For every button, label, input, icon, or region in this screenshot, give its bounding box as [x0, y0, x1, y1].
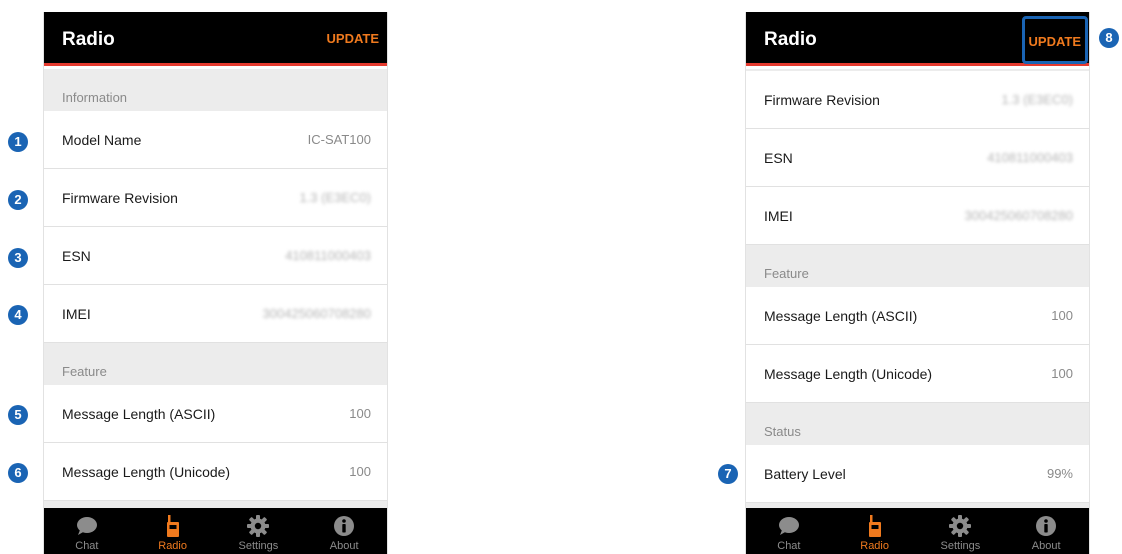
battery-level-value: 99% — [1046, 466, 1073, 481]
row-firmware-revision: Firmware Revision 1.3 (E3EC0) — [746, 71, 1089, 129]
tab-radio[interactable]: Radio — [130, 508, 216, 554]
row-label: ESN — [764, 149, 793, 166]
message-length-ascii-value: 100 — [1051, 308, 1073, 323]
radio-icon — [166, 513, 180, 539]
model-name-value: IC-SAT100 — [307, 132, 371, 147]
section-header-feature: Feature — [746, 245, 1089, 287]
gear-icon — [949, 513, 972, 539]
row-label: Message Length (ASCII) — [764, 307, 918, 324]
tab-about[interactable]: About — [1003, 508, 1089, 554]
row-esn: ESN 410811000403 — [746, 129, 1089, 187]
app-bar: Radio UPDATE — [746, 12, 1089, 66]
row-esn: ESN 410811000403 — [44, 227, 387, 285]
callout-3: 3 — [8, 248, 28, 268]
imei-value: 300425060708280 — [964, 208, 1073, 223]
tab-label: Settings — [238, 540, 279, 552]
row-label: Firmware Revision — [62, 189, 178, 206]
row-label: Firmware Revision — [764, 91, 880, 108]
row-label: ESN — [62, 247, 91, 264]
tab-label: Chat — [777, 540, 801, 552]
section-header-status: Status — [746, 403, 1089, 445]
radio-info-list: Information Model Name IC-SAT100 Firmwar… — [44, 69, 387, 508]
tab-label: About — [1031, 540, 1061, 552]
row-message-length-unicode: Message Length (Unicode) 100 — [746, 345, 1089, 403]
row-label: Message Length (Unicode) — [62, 463, 231, 480]
tab-chat[interactable]: Chat — [746, 508, 832, 554]
bottom-tab-bar: Chat Radio Settings About — [746, 508, 1089, 554]
row-label: IMEI — [764, 207, 793, 224]
radio-info-list: Firmware Revision 1.3 (E3EC0) ESN 410811… — [746, 69, 1089, 508]
tab-settings[interactable]: Settings — [918, 508, 1004, 554]
tab-label: Chat — [75, 540, 99, 552]
row-label: Message Length (ASCII) — [62, 405, 216, 422]
row-model-name: Model Name IC-SAT100 — [44, 111, 387, 169]
update-button[interactable]: UPDATE — [323, 24, 383, 54]
callout-8: 8 — [1099, 28, 1119, 48]
section-header-information: Information — [44, 69, 387, 111]
row-label: Battery Level — [764, 465, 846, 482]
radio-icon — [868, 513, 882, 539]
row-message-length-ascii: Message Length (ASCII) 100 — [746, 287, 1089, 345]
row-message-length-unicode: Message Length (Unicode) 100 — [44, 443, 387, 501]
row-firmware-revision: Firmware Revision 1.3 (E3EC0) — [44, 169, 387, 227]
tab-radio[interactable]: Radio — [832, 508, 918, 554]
row-message-length-ascii: Message Length (ASCII) 100 — [44, 385, 387, 443]
row-label: Message Length (Unicode) — [764, 365, 933, 382]
imei-value: 300425060708280 — [262, 306, 371, 321]
tab-chat[interactable]: Chat — [44, 508, 130, 554]
gear-icon — [247, 513, 270, 539]
esn-value: 410811000403 — [285, 248, 371, 263]
row-imei: IMEI 300425060708280 — [746, 187, 1089, 245]
tab-label: Settings — [940, 540, 981, 552]
callout-6: 6 — [8, 463, 28, 483]
page-title: Radio — [764, 29, 817, 50]
radio-screen-left: Radio UPDATE Information Model Name IC-S… — [43, 12, 388, 554]
radio-screen-right: Radio UPDATE Firmware Revision 1.3 (E3EC… — [745, 12, 1090, 554]
tab-label: Radio — [158, 540, 187, 552]
firmware-revision-value: 1.3 (E3EC0) — [299, 190, 371, 205]
app-bar: Radio UPDATE — [44, 12, 387, 66]
section-header-feature: Feature — [44, 343, 387, 385]
chat-bubble-icon — [778, 513, 800, 539]
message-length-unicode-value: 100 — [1051, 366, 1073, 381]
row-label: IMEI — [62, 305, 91, 322]
esn-value: 410811000403 — [987, 150, 1073, 165]
tab-label: Radio — [860, 540, 889, 552]
callout-4: 4 — [8, 305, 28, 325]
callout-2: 2 — [8, 190, 28, 210]
bottom-tab-bar: Chat Radio Settings About — [44, 508, 387, 554]
firmware-revision-value: 1.3 (E3EC0) — [1001, 92, 1073, 107]
info-icon — [1035, 513, 1057, 539]
row-imei: IMEI 300425060708280 — [44, 285, 387, 343]
message-length-ascii-value: 100 — [349, 406, 371, 421]
callout-1: 1 — [8, 132, 28, 152]
update-button[interactable]: UPDATE — [1021, 16, 1088, 64]
callout-7: 7 — [718, 464, 738, 484]
info-icon — [333, 513, 355, 539]
chat-bubble-icon — [76, 513, 98, 539]
tab-settings[interactable]: Settings — [216, 508, 302, 554]
tab-label: About — [329, 540, 359, 552]
message-length-unicode-value: 100 — [349, 464, 371, 479]
row-battery-level: Battery Level 99% — [746, 445, 1089, 503]
callout-5: 5 — [8, 405, 28, 425]
page-title: Radio — [62, 29, 115, 50]
tab-about[interactable]: About — [301, 508, 387, 554]
row-label: Model Name — [62, 131, 142, 148]
